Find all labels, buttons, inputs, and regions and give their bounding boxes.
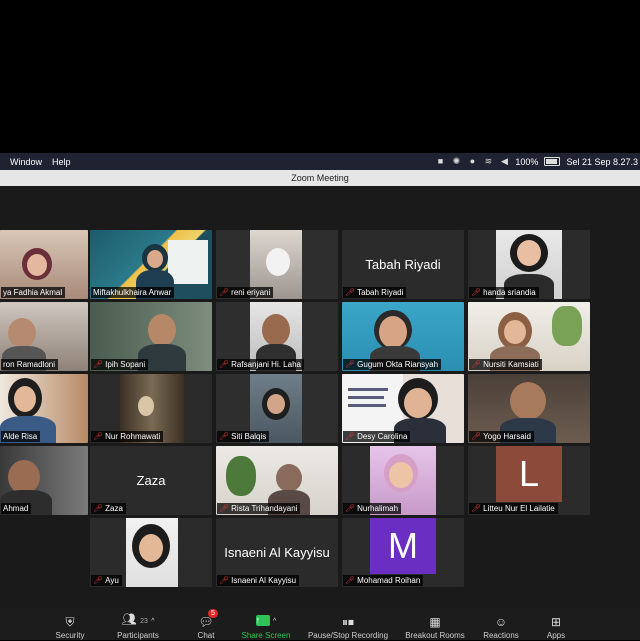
participant-name: 🎤︎ Zaza (91, 503, 126, 514)
video-tile[interactable]: 🎤︎ Desy Carolina (342, 374, 464, 443)
share-screen-icon: ↑ (255, 615, 270, 626)
video-tile[interactable]: ron Ramadloni (0, 302, 88, 371)
wifi-icon[interactable]: ≋ (483, 157, 493, 166)
participants-button[interactable]: 👥︎ 23 ^ Participants (110, 608, 166, 641)
muted-mic-icon: 🎤︎ (345, 288, 356, 297)
participant-name: Alde Risa (1, 431, 41, 442)
muted-mic-icon: 🎤︎ (345, 360, 356, 369)
participant-name: 🎤︎ Tabah Riyadi (343, 287, 407, 298)
participant-name: 🎤︎ reni eriyani (217, 287, 274, 298)
participant-name: Miftakhulkhaira Anwar (91, 287, 175, 298)
participant-name: ya Fadhia Akmal (1, 287, 66, 298)
zoom-status-icon[interactable]: ■ (435, 157, 445, 166)
participant-name: 🎤︎ Litteu Nur El Lailatie (469, 503, 558, 514)
video-tile[interactable]: 🎤︎ Nurhalimah (342, 446, 464, 515)
muted-mic-icon: 🎤︎ (219, 504, 230, 513)
chat-button[interactable]: 💬︎ Chat 5 (192, 608, 220, 641)
muted-mic-icon: 🎤︎ (93, 504, 104, 513)
apps-icon: ⊞ (550, 615, 562, 629)
video-tile[interactable]: 🎤︎ Ipih Sopani (90, 302, 212, 371)
menu-window[interactable]: Window (10, 157, 42, 167)
participant-name: ron Ramadloni (1, 359, 59, 370)
clock[interactable]: Sel 21 Sep 8.27.3 (566, 157, 638, 167)
video-tile[interactable]: 🎤︎ Rista Trihandayani (216, 446, 338, 515)
participant-name: 🎤︎ Siti Balqis (217, 431, 270, 442)
video-tile[interactable]: 🎤︎ Nur Rohmawati (90, 374, 212, 443)
participant-name: 🎤︎ Mohamad Roihan (343, 575, 424, 586)
pause-stop-icon: ⏸︎⏹︎ (341, 615, 354, 629)
participant-name: 🎤︎ Ipih Sopani (91, 359, 149, 370)
participant-name: 🎤︎ Nurhalimah (343, 503, 402, 514)
muted-mic-icon: 🎤︎ (471, 288, 482, 297)
participant-name: 🎤︎ Isnaeni Al Kayyisu (217, 575, 300, 586)
video-tile[interactable]: Alde Risa (0, 374, 88, 443)
security-button[interactable]: ⛨ Security (50, 608, 90, 641)
video-tile[interactable]: Tabah Riyadi 🎤︎ Tabah Riyadi (342, 230, 464, 299)
video-tile[interactable]: ya Fadhia Akmal (0, 230, 88, 299)
muted-mic-icon: 🎤︎ (345, 504, 356, 513)
reactions-button[interactable]: ☺ Reactions (478, 608, 524, 641)
share-screen-button[interactable]: ↑ ^ Share Screen (236, 608, 296, 641)
participant-name: 🎤︎ Rafsanjani Hi. Laha (217, 359, 304, 370)
macos-menubar: Window Help ■ ✺ ● ≋ ◀ 100% Sel 21 Sep 8.… (0, 153, 640, 170)
video-tile[interactable]: 🎤︎ Rafsanjani Hi. Laha (216, 302, 338, 371)
video-tile[interactable]: Isnaeni Al Kayyisu 🎤︎ Isnaeni Al Kayyisu (216, 518, 338, 587)
pause-stop-recording-button[interactable]: ⏸︎⏹︎ Pause/Stop Recording (302, 608, 394, 641)
muted-mic-icon: 🎤︎ (471, 360, 482, 369)
muted-mic-icon: 🎤︎ (93, 576, 104, 585)
dot-icon: ● (469, 156, 476, 166)
video-tile[interactable]: 🎤︎ Nursiti Kamsiati (468, 302, 590, 371)
muted-mic-icon: 🎤︎ (345, 432, 356, 441)
muted-mic-icon: 🎤︎ (219, 432, 230, 441)
chevron-up-icon: ^ (273, 618, 277, 625)
participant-name: 🎤︎ handa sriandia (469, 287, 539, 298)
participant-name: 🎤︎ Yogo Harsaid (469, 431, 534, 442)
muted-mic-icon: 🎤︎ (219, 360, 230, 369)
apps-button[interactable]: ⊞ Apps (540, 608, 572, 641)
muted-mic-icon: 🎤︎ (93, 360, 104, 369)
video-tile[interactable]: 🎤︎ Siti Balqis (216, 374, 338, 443)
muted-mic-icon: 🎤︎ (219, 576, 230, 585)
participant-name: 🎤︎ Ayu (91, 575, 122, 586)
muted-mic-icon: 🎤︎ (93, 432, 104, 441)
battery-percent: 100% (515, 156, 539, 167)
muted-mic-icon: 🎤︎ (345, 576, 356, 585)
video-tile[interactable]: Ahmad (0, 446, 88, 515)
participant-name: 🎤︎ Nur Rohmawati (91, 431, 164, 442)
participants-icon: 👥︎ 23 ^ (121, 612, 155, 626)
battery-icon[interactable] (544, 157, 561, 166)
chat-badge: 5 (208, 609, 218, 618)
video-tile[interactable]: Zaza 🎤︎ Zaza (90, 446, 212, 515)
avatar-letter: M (370, 518, 436, 574)
muted-mic-icon: 🎤︎ (219, 288, 230, 297)
breakout-rooms-button[interactable]: ▦ Breakout Rooms (400, 608, 470, 641)
participant-name: 🎤︎ Desy Carolina (343, 431, 411, 442)
video-tile[interactable]: L 🎤︎ Litteu Nur El Lailatie (468, 446, 590, 515)
participant-name: 🎤︎ Rista Trihandayani (217, 503, 301, 514)
muted-mic-icon: 🎤︎ (471, 432, 482, 441)
meeting-toolbar: ⛨ Security 👥︎ 23 ^ Participants 💬︎ Chat … (0, 608, 640, 640)
window-title: Zoom Meeting (0, 170, 640, 186)
breakout-rooms-icon: ▦ (429, 615, 441, 629)
chevron-up-icon: ^ (151, 618, 155, 625)
video-tile[interactable]: 🎤︎ Ayu (90, 518, 212, 587)
menu-help[interactable]: Help (52, 157, 71, 167)
video-tile[interactable]: 🎤︎ Gugum Okta Riansyah (342, 302, 464, 371)
gallery-view: ya Fadhia Akmal Miftakhulkhaira Anwar 🎤︎… (0, 186, 640, 608)
video-tile[interactable]: 🎤︎ reni eriyani (216, 230, 338, 299)
video-tile[interactable]: 🎤︎ Yogo Harsaid (468, 374, 590, 443)
participant-name: 🎤︎ Gugum Okta Riansyah (343, 359, 442, 370)
avatar-letter: L (496, 446, 562, 502)
muted-mic-icon: 🎤︎ (471, 504, 482, 513)
menubar-status: ■ ✺ ● ≋ ◀ 100% Sel 21 Sep 8.27.3 (435, 153, 638, 170)
participant-name: 🎤︎ Nursiti Kamsiati (469, 359, 542, 370)
brightness-icon[interactable]: ✺ (451, 157, 461, 166)
volume-icon[interactable]: ◀ (499, 157, 509, 166)
video-tile[interactable]: 🎤︎ handa sriandia (468, 230, 590, 299)
reactions-icon: ☺ (494, 615, 508, 629)
shield-icon: ⛨ (65, 615, 75, 629)
video-tile[interactable]: M 🎤︎ Mohamad Roihan (342, 518, 464, 587)
participant-name: Ahmad (1, 503, 32, 514)
video-tile[interactable]: Miftakhulkhaira Anwar (90, 230, 212, 299)
